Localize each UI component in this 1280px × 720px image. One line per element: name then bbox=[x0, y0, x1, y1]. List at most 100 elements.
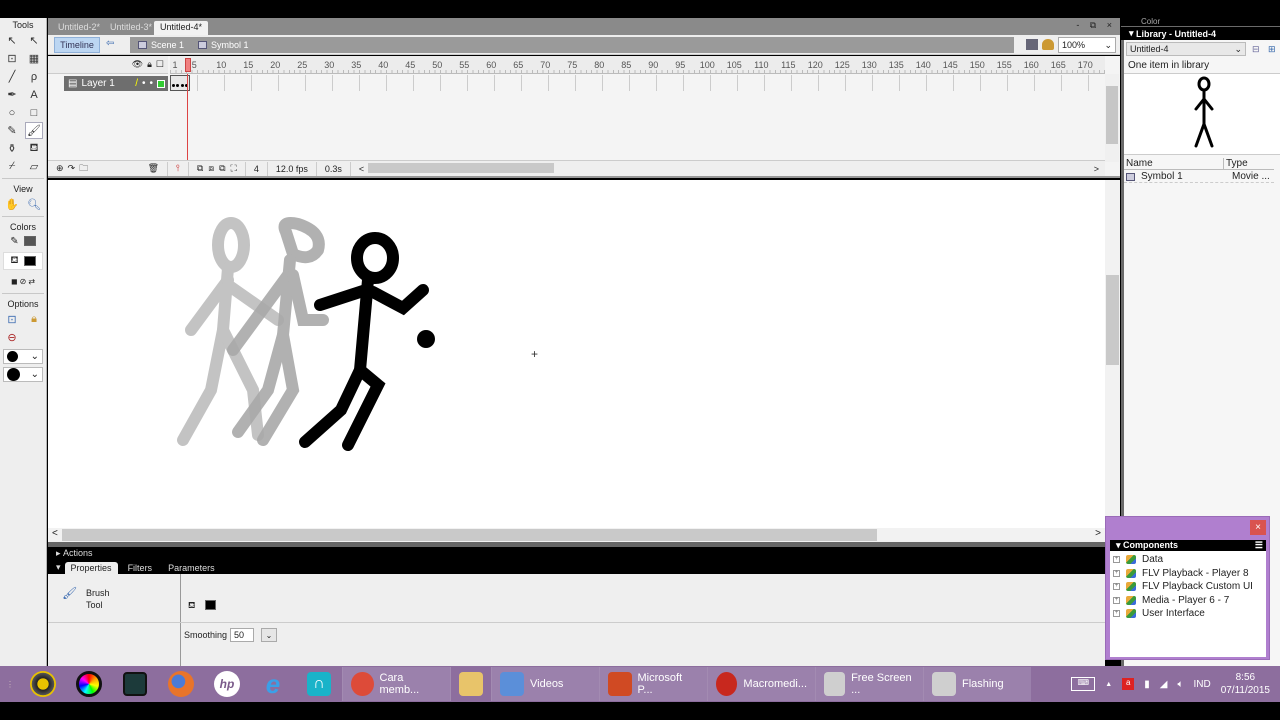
scroll-thumb[interactable] bbox=[62, 529, 877, 541]
hp-icon[interactable]: hp bbox=[204, 667, 250, 701]
taskbar-app-camera[interactable]: Free Screen ... bbox=[815, 667, 923, 701]
pen-tool-icon[interactable]: ✒ bbox=[3, 86, 21, 103]
brush-shape-select[interactable]: ⌄ bbox=[3, 367, 43, 382]
component-category[interactable]: + Media - Player 6 - 7 bbox=[1110, 594, 1266, 608]
scroll-thumb[interactable] bbox=[1106, 86, 1118, 144]
brush-size-select[interactable]: ⌄ bbox=[3, 349, 43, 364]
timeline-horizontal-scroll-thumb[interactable] bbox=[368, 163, 554, 173]
webcam-app-icon[interactable] bbox=[20, 667, 66, 701]
swap-colors-icon[interactable]: ⇄ bbox=[28, 277, 35, 286]
zoom-tool-icon[interactable]: 🔍︎ bbox=[25, 196, 43, 213]
taskbar-app-powerpoint[interactable]: Microsoft P... bbox=[599, 667, 707, 701]
selection-tool-icon[interactable]: ↖ bbox=[3, 32, 21, 49]
back-arrow-icon[interactable]: ⇦ bbox=[106, 38, 114, 49]
no-color-icon[interactable]: ⊘ bbox=[20, 277, 27, 286]
close-button[interactable]: × bbox=[1250, 520, 1266, 535]
expand-icon[interactable]: + bbox=[1113, 596, 1120, 604]
breadcrumb-scene[interactable]: Scene 1 bbox=[138, 40, 184, 50]
stroke-color-swatch[interactable] bbox=[23, 236, 36, 246]
firefox-icon[interactable] bbox=[158, 667, 204, 701]
edit-multiple-icon[interactable]: ⧉ bbox=[219, 163, 225, 174]
actions-panel-header[interactable]: ▸ Actions bbox=[48, 547, 1105, 559]
add-guide-icon[interactable]: ↷ bbox=[68, 163, 76, 174]
edit-symbol-icon[interactable] bbox=[1042, 39, 1054, 50]
eye-icon[interactable]: 👁︎ bbox=[132, 59, 143, 70]
column-name[interactable]: Name bbox=[1124, 158, 1224, 169]
lock-fill-icon[interactable]: 🔒︎ bbox=[25, 311, 43, 328]
headphones-app-icon[interactable]: ∩ bbox=[296, 667, 342, 701]
ink-bottle-tool-icon[interactable]: ⚱ bbox=[3, 140, 21, 157]
component-category[interactable]: + User Interface bbox=[1110, 607, 1266, 621]
color-wheel-app-icon[interactable] bbox=[66, 667, 112, 701]
video-camera-app-icon[interactable] bbox=[112, 667, 158, 701]
fill-transform-tool-icon[interactable]: ▦ bbox=[25, 50, 43, 67]
taskbar-app-camera[interactable]: Flashing bbox=[923, 667, 1031, 701]
edit-scene-icon[interactable] bbox=[1026, 39, 1038, 50]
object-drawing-icon[interactable]: ⊡ bbox=[3, 311, 21, 328]
volume-icon[interactable]: 🔈︎ bbox=[1177, 679, 1183, 690]
stage-vertical-scrollbar[interactable] bbox=[1105, 180, 1120, 542]
scroll-left-arrow[interactable]: < bbox=[52, 528, 58, 539]
window-controls[interactable]: - ⧉ × bbox=[1076, 20, 1116, 31]
tab-filters[interactable]: Filters bbox=[122, 562, 159, 574]
tab-untitled-2[interactable]: Untitled-2* bbox=[52, 21, 106, 35]
keyboard-icon[interactable]: ⌨ bbox=[1071, 677, 1096, 691]
tab-parameters[interactable]: Parameters bbox=[162, 562, 221, 574]
eyedropper-tool-icon[interactable]: ⌿ bbox=[3, 158, 21, 175]
expand-icon[interactable]: + bbox=[1113, 583, 1120, 591]
lock-icon[interactable]: 🔒︎ bbox=[147, 59, 152, 70]
new-library-icon[interactable]: ⊞ bbox=[1268, 44, 1276, 55]
subselection-tool-icon[interactable]: ↖ bbox=[25, 32, 43, 49]
battery-icon[interactable]: ▮ bbox=[1144, 679, 1150, 690]
breadcrumb-symbol[interactable]: Symbol 1 bbox=[198, 40, 249, 50]
frame-rate[interactable]: 12.0 fps bbox=[268, 161, 317, 176]
timeline-vertical-scrollbar[interactable] bbox=[1105, 74, 1119, 162]
components-header[interactable]: ▾ Components ☰ bbox=[1110, 540, 1266, 551]
tab-untitled-3[interactable]: Untitled-3* bbox=[104, 21, 158, 35]
stage-horizontal-scrollbar[interactable]: < > bbox=[48, 528, 1105, 542]
stage-canvas[interactable]: + bbox=[48, 180, 1105, 528]
line-tool-icon[interactable]: ╱ bbox=[3, 68, 21, 85]
component-category[interactable]: + FLV Playback - Player 8 bbox=[1110, 567, 1266, 581]
brush-tool-icon[interactable]: 🖌 bbox=[25, 122, 43, 139]
hand-tool-icon[interactable]: ✋ bbox=[3, 196, 21, 213]
frame-ruler[interactable]: 1 5 10 15 20 25 30 35 40 45 50 55 60 65 70 75 80 85 90 95 1… bbox=[170, 56, 1105, 74]
modify-markers-icon[interactable]: ⛶ bbox=[231, 163, 237, 174]
taskbar-app-videos[interactable]: Videos bbox=[491, 667, 599, 701]
rectangle-tool-icon[interactable]: □ bbox=[25, 104, 43, 121]
scroll-thumb[interactable] bbox=[1106, 275, 1119, 365]
component-category[interactable]: + Data bbox=[1110, 553, 1266, 567]
internet-explorer-icon[interactable]: e bbox=[250, 667, 296, 701]
paint-bucket-tool-icon[interactable]: ⛾ bbox=[25, 140, 43, 157]
clock[interactable]: 8:56 07/11/2015 bbox=[1221, 671, 1270, 697]
lock-dot[interactable]: • bbox=[149, 78, 153, 89]
brush-mode-icon[interactable]: ⊖ bbox=[3, 329, 21, 346]
color-panel-header[interactable]: Color bbox=[1121, 18, 1280, 26]
playhead[interactable] bbox=[185, 58, 191, 72]
onion-skin-icon[interactable]: ⧉ bbox=[197, 163, 203, 174]
tab-untitled-4[interactable]: Untitled-4* bbox=[154, 21, 209, 35]
antivirus-icon[interactable]: a bbox=[1122, 678, 1135, 690]
expand-icon[interactable]: + bbox=[1113, 556, 1120, 564]
network-signal-icon[interactable]: ◢ bbox=[1160, 679, 1168, 690]
pencil-tool-icon[interactable]: ✎ bbox=[3, 122, 21, 139]
component-category[interactable]: + FLV Playback Custom UI bbox=[1110, 580, 1266, 594]
black-white-icon[interactable]: ◼ bbox=[11, 277, 18, 286]
smoothing-dropdown[interactable]: ⌄ bbox=[261, 628, 277, 642]
outline-color-square[interactable] bbox=[157, 79, 165, 88]
smoothing-input[interactable]: 50 bbox=[230, 628, 254, 642]
outline-icon[interactable]: ☐ bbox=[156, 59, 164, 70]
panel-menu-icon[interactable]: ☰ bbox=[1255, 540, 1263, 551]
delete-layer-icon[interactable]: 🗑︎ bbox=[148, 163, 159, 174]
expand-icon[interactable]: + bbox=[1113, 569, 1120, 577]
taskbar-app-paint[interactable] bbox=[450, 667, 491, 701]
pin-library-icon[interactable]: ⊟ bbox=[1252, 44, 1260, 55]
show-hidden-icons-button[interactable]: ▲ bbox=[1105, 681, 1112, 688]
fill-color-swatch[interactable] bbox=[23, 256, 36, 266]
expand-icon[interactable]: + bbox=[1113, 610, 1120, 618]
layer-row[interactable]: ▤ Layer 1 / • • bbox=[64, 76, 168, 91]
visibility-dot[interactable]: • bbox=[142, 78, 146, 89]
library-document-select[interactable]: Untitled-4 ⌄ bbox=[1126, 42, 1246, 56]
eraser-tool-icon[interactable]: ▱ bbox=[25, 158, 43, 175]
taskbar-app-chrome[interactable]: Cara memb... bbox=[342, 667, 450, 701]
